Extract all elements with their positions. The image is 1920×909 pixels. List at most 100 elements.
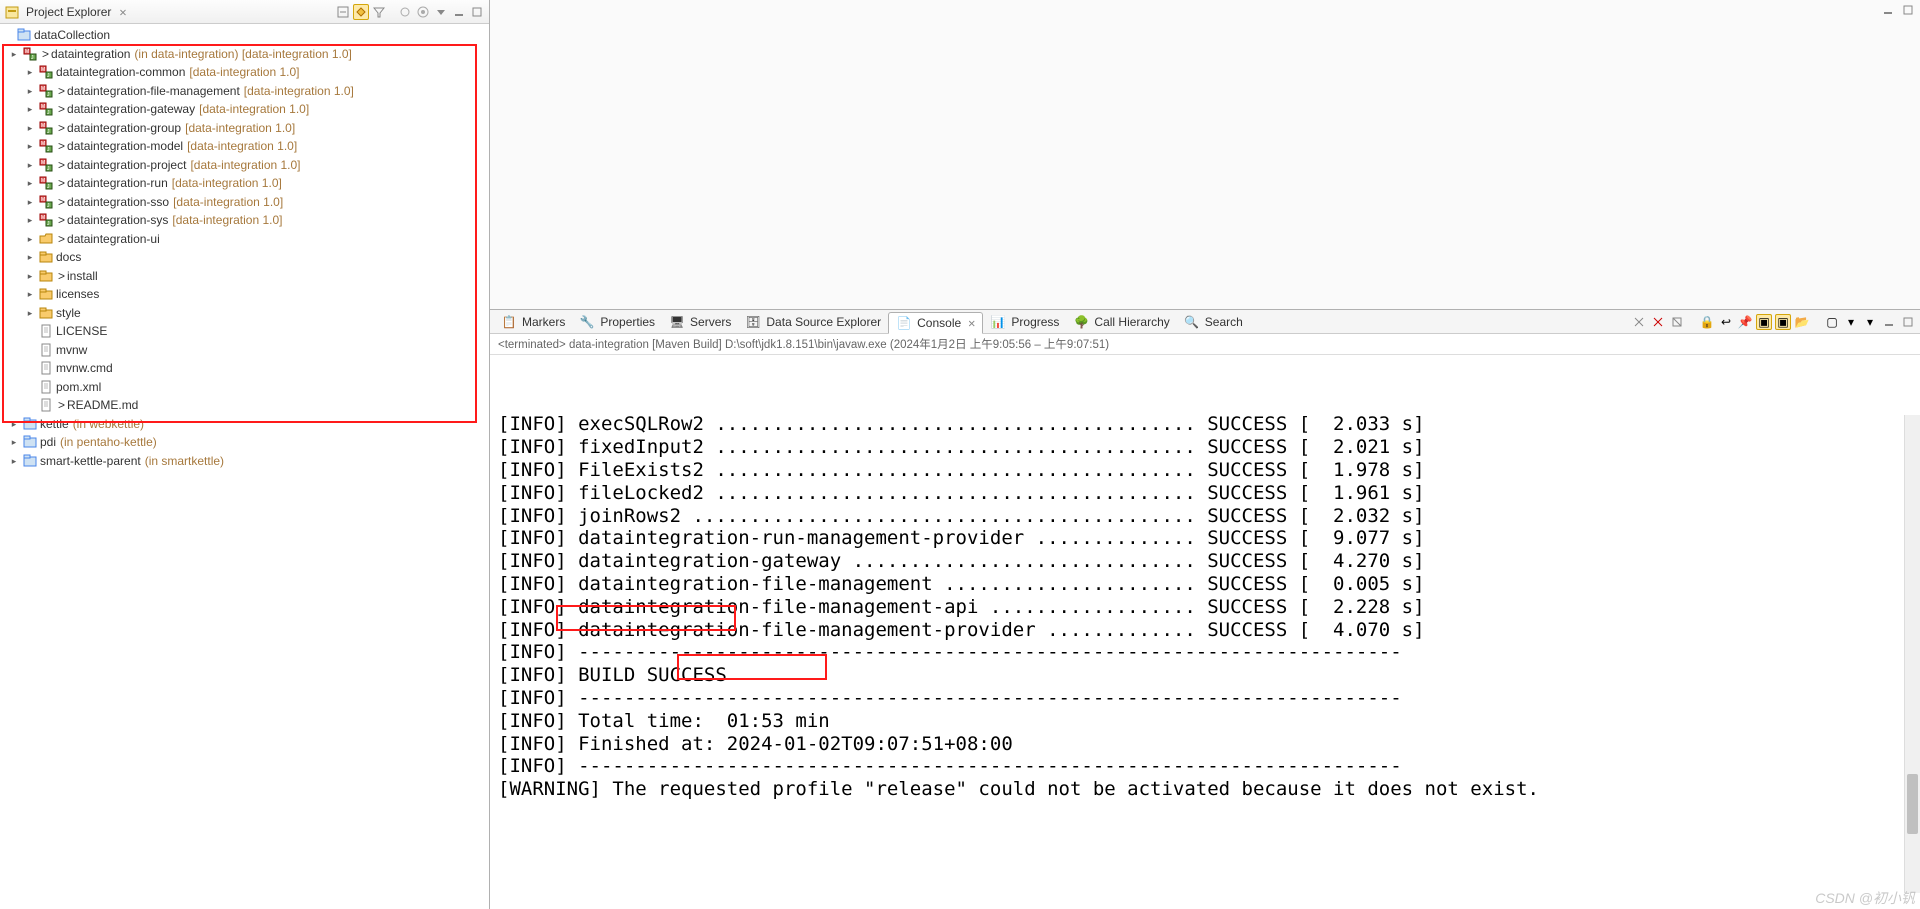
console-clear-icon[interactable] — [1669, 314, 1685, 330]
tree-item[interactable]: ▸>install — [0, 267, 489, 286]
tree-item[interactable]: ▸smart-kettle-parent(in smartkettle) — [0, 452, 489, 471]
markers-icon: 📋 — [501, 314, 517, 330]
console-terminate-icon[interactable]: ▢ — [1824, 314, 1840, 330]
expand-icon[interactable]: ▸ — [22, 285, 38, 304]
expand-icon[interactable]: ▸ — [6, 433, 22, 452]
collapse-all-icon[interactable] — [335, 4, 351, 20]
tree-item[interactable]: ▸MJ>dataintegration-run[data-integration… — [0, 174, 489, 193]
expand-icon[interactable]: ▸ — [22, 193, 38, 212]
tree-item[interactable]: ▸MJ>dataintegration-gateway[data-integra… — [0, 100, 489, 119]
project-icon — [16, 27, 32, 43]
console-line: [INFO] joinRows2 .......................… — [498, 505, 1912, 528]
project-icon — [22, 416, 38, 432]
expand-icon[interactable]: ▸ — [22, 119, 38, 138]
maximize-icon[interactable] — [469, 4, 485, 20]
console-display-selected-icon[interactable]: ▾ — [1843, 314, 1859, 330]
tree-item[interactable]: >README.md — [0, 396, 489, 415]
tree-item[interactable]: ▸pdi(in pentaho-kettle) — [0, 433, 489, 452]
expand-icon[interactable]: ▸ — [22, 82, 38, 101]
console-line: [INFO] dataintegration-file-management-a… — [498, 596, 1912, 619]
filter-icon[interactable] — [371, 4, 387, 20]
tab-console[interactable]: 📄Console✕ — [888, 312, 983, 334]
expand-icon[interactable]: ▸ — [22, 63, 38, 82]
dse-icon: 🗄 — [745, 314, 761, 330]
tab-close-icon[interactable]: ✕ — [968, 316, 975, 330]
tab-call-hierarchy[interactable]: 🌳Call Hierarchy — [1066, 312, 1176, 332]
tree-item[interactable]: ▸kettle(in webkettle) — [0, 415, 489, 434]
tree-item[interactable]: ▸licenses — [0, 285, 489, 304]
expand-icon[interactable]: ▸ — [22, 248, 38, 267]
console-line: [INFO] execSQLRow2 .....................… — [498, 413, 1912, 436]
console-show-on-stderr-icon[interactable]: ▣ — [1775, 314, 1791, 330]
tree-item[interactable]: ▸MJ>dataintegration(in data-integration)… — [0, 45, 489, 64]
expand-icon[interactable]: ▸ — [22, 156, 38, 175]
console-open-icon[interactable]: 📂 — [1794, 314, 1810, 330]
expand-icon[interactable]: ▸ — [22, 100, 38, 119]
tree-item[interactable]: ▸MJ>dataintegration-file-management[data… — [0, 82, 489, 101]
console-new-icon[interactable]: ▾ — [1862, 314, 1878, 330]
file-icon — [38, 323, 54, 339]
focus-icon[interactable] — [397, 4, 413, 20]
tab-servers[interactable]: 🖥Servers — [662, 312, 738, 332]
bottom-maximize-icon[interactable] — [1900, 314, 1916, 330]
expand-icon[interactable]: ▸ — [6, 415, 22, 434]
tab-progress[interactable]: 📊Progress — [983, 312, 1066, 332]
tree-item[interactable]: ▸>dataintegration-ui — [0, 230, 489, 249]
expand-icon[interactable]: ▸ — [6, 452, 22, 471]
tree-item[interactable]: mvnw — [0, 341, 489, 360]
tree-item-label: dataintegration-group — [67, 119, 181, 138]
tree-item[interactable]: ▸MJ>dataintegration-group[data-integrati… — [0, 119, 489, 138]
expand-icon[interactable]: ▸ — [22, 267, 38, 286]
tree-item-decorator: [data-integration 1.0] — [244, 82, 354, 101]
console-scrollbar[interactable] — [1904, 415, 1920, 893]
expand-icon[interactable]: ▸ — [22, 230, 38, 249]
tree-item-decorator: (in pentaho-kettle) — [60, 433, 157, 452]
dirty-indicator: > — [58, 267, 65, 286]
expand-icon[interactable]: ▸ — [22, 304, 38, 323]
tab-markers[interactable]: 📋Markers — [494, 312, 572, 332]
expand-icon[interactable]: ▸ — [22, 174, 38, 193]
tree-item[interactable]: ▸MJ>dataintegration-model[data-integrati… — [0, 137, 489, 156]
tree-item[interactable]: ▸MJ>dataintegration-project[data-integra… — [0, 156, 489, 175]
tab-data-source-explorer[interactable]: 🗄Data Source Explorer — [738, 312, 888, 332]
console-line: [INFO] BUILD SUCCESS — [498, 664, 1912, 687]
editor-maximize-icon[interactable] — [1900, 2, 1916, 18]
console-remove-terminated-icon[interactable] — [1650, 314, 1666, 330]
bottom-minimize-icon[interactable] — [1881, 314, 1897, 330]
console-icon: 📄 — [896, 315, 912, 331]
tree-item-label: smart-kettle-parent — [40, 452, 141, 471]
link-editor-icon[interactable] — [353, 4, 369, 20]
tree-item[interactable]: ▸style — [0, 304, 489, 323]
editor-minimize-icon[interactable] — [1880, 2, 1896, 18]
tree-item[interactable]: ▸MJ>dataintegration-sso[data-integration… — [0, 193, 489, 212]
console-output[interactable]: [INFO] execSQLRow2 .....................… — [490, 355, 1920, 909]
tab-search[interactable]: 🔍Search — [1177, 312, 1250, 332]
tab-properties[interactable]: 🔧Properties — [572, 312, 662, 332]
console-pin-icon[interactable]: 📌 — [1737, 314, 1753, 330]
tree-item[interactable]: ▸MJdataintegration-common[data-integrati… — [0, 63, 489, 82]
project-tree[interactable]: dataCollection ▸MJ>dataintegration(in da… — [0, 24, 489, 909]
dirty-indicator: > — [58, 396, 65, 415]
tree-item[interactable]: ▸docs — [0, 248, 489, 267]
tree-item[interactable]: mvnw.cmd — [0, 359, 489, 378]
svg-text:M: M — [41, 178, 45, 184]
expand-icon[interactable]: ▸ — [22, 211, 38, 230]
console-scroll-lock-icon[interactable]: 🔒 — [1699, 314, 1715, 330]
tree-item[interactable]: ▸MJ>dataintegration-sys[data-integration… — [0, 211, 489, 230]
console-line: [INFO] ---------------------------------… — [498, 755, 1912, 778]
expand-icon[interactable]: ▸ — [6, 45, 22, 64]
view-close-icon[interactable]: ✕ — [119, 5, 126, 19]
view-menu-icon[interactable] — [433, 4, 449, 20]
minimize-icon[interactable] — [451, 4, 467, 20]
expand-icon[interactable]: ▸ — [22, 137, 38, 156]
tree-item[interactable]: LICENSE — [0, 322, 489, 341]
maven-icon: MJ — [38, 138, 54, 154]
console-wordwrap-icon[interactable]: ↩ — [1718, 314, 1734, 330]
tree-item[interactable]: pom.xml — [0, 378, 489, 397]
settings-icon[interactable] — [415, 4, 431, 20]
dirty-indicator: > — [58, 211, 65, 230]
console-remove-all-terminated-icon[interactable] — [1631, 314, 1647, 330]
tree-root[interactable]: dataCollection — [0, 26, 489, 45]
svg-text:M: M — [41, 86, 45, 92]
console-show-on-stdout-icon[interactable]: ▣ — [1756, 314, 1772, 330]
